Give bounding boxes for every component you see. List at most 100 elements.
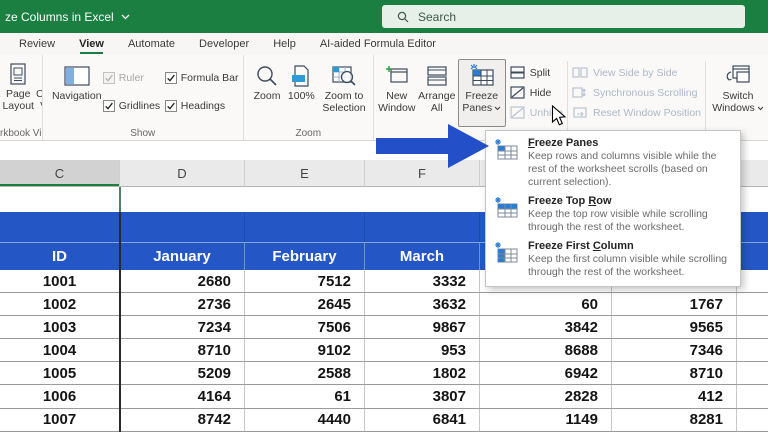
table-cell[interactable]: 9565: [612, 316, 737, 338]
table-cell[interactable]: 953: [365, 339, 480, 361]
view-side-by-side-button[interactable]: View Side by Side: [572, 65, 701, 80]
table-cell[interactable]: 9867: [365, 316, 480, 338]
chevron-down-icon: [121, 14, 130, 20]
table-cell[interactable]: 6942: [480, 362, 612, 384]
divider: [705, 61, 706, 131]
table-cell[interactable]: 3807: [365, 385, 480, 407]
zoom-100-button[interactable]: 100%: [285, 60, 317, 104]
freeze-panes-icon: [495, 137, 520, 189]
gridlines-checkbox[interactable]: Gridlines: [103, 100, 165, 112]
synchronous-scrolling-icon: [572, 86, 588, 99]
column-header-e[interactable]: E: [245, 160, 365, 187]
menu-item-freeze-panes[interactable]: Freeze Panes Keep rows and columns visib…: [486, 135, 740, 193]
table-cell[interactable]: 60: [480, 293, 612, 315]
table-cell[interactable]: 3332: [365, 270, 480, 292]
menu-item-freeze-top-row[interactable]: Freeze Top Row Keep the top row visible …: [486, 193, 740, 238]
table-cell[interactable]: 1001: [0, 270, 120, 292]
table-cell[interactable]: 2828: [480, 385, 612, 407]
freeze-panes-button[interactable]: Freeze Panes: [458, 59, 506, 127]
table-cell[interactable]: 5209: [120, 362, 245, 384]
search-placeholder: Search: [418, 10, 456, 24]
synchronous-scrolling-button[interactable]: Synchronous Scrolling: [572, 85, 701, 100]
column-header-c[interactable]: C: [0, 160, 120, 187]
reset-window-position-button[interactable]: Reset Window Position: [572, 105, 701, 120]
table-cell[interactable]: [737, 316, 768, 338]
zoom-icon: [256, 62, 278, 90]
table-cell[interactable]: 9102: [245, 339, 365, 361]
tab-developer[interactable]: Developer: [194, 34, 254, 55]
table-cell[interactable]: [737, 270, 768, 292]
table-cell[interactable]: 3842: [480, 316, 612, 338]
zoom-to-selection-icon: [332, 62, 356, 90]
headings-checkbox[interactable]: Headings: [165, 100, 241, 112]
table-cell[interactable]: 7506: [245, 316, 365, 338]
table-cell[interactable]: 6841: [365, 409, 480, 431]
table-cell[interactable]: 2645: [245, 293, 365, 315]
table-cell[interactable]: [737, 293, 768, 315]
tab-help[interactable]: Help: [268, 34, 301, 55]
column-header-d[interactable]: D: [120, 160, 245, 187]
table-cell[interactable]: 1002: [0, 293, 120, 315]
table-cell[interactable]: 7234: [120, 316, 245, 338]
table-cell[interactable]: 8281: [612, 409, 737, 431]
table-cell[interactable]: 1003: [0, 316, 120, 338]
table-cell[interactable]: 2588: [245, 362, 365, 384]
table-cell[interactable]: 1767: [612, 293, 737, 315]
table-cell[interactable]: 8710: [120, 339, 245, 361]
table-cell[interactable]: 4164: [120, 385, 245, 407]
zoom-to-selection-button[interactable]: Zoom to Selection: [317, 60, 370, 117]
table-cell[interactable]: 7512: [245, 270, 365, 292]
table-header-january[interactable]: January: [120, 243, 245, 270]
switch-windows-button[interactable]: Switch Windows: [710, 60, 766, 117]
custom-views-button[interactable]: Custom Views: [35, 58, 43, 115]
arrange-all-button[interactable]: Arrange All: [416, 60, 458, 117]
table-cell[interactable]: 7346: [612, 339, 737, 361]
group-zoom: Zoom 100% Zoom to Selection Zoom: [244, 55, 374, 140]
table-cell[interactable]: [737, 385, 768, 407]
table-header-id[interactable]: ID: [0, 243, 120, 270]
hide-button[interactable]: Hide: [510, 85, 563, 100]
new-window-button[interactable]: New Window: [378, 60, 416, 117]
navigation-button[interactable]: Navigation: [51, 60, 103, 104]
tab-review[interactable]: Review: [14, 34, 60, 55]
table-cell[interactable]: 8742: [120, 409, 245, 431]
table-cell[interactable]: 1006: [0, 385, 120, 407]
table-cell[interactable]: 2736: [120, 293, 245, 315]
view-side-by-side-icon: [572, 66, 588, 79]
table-cell[interactable]: [737, 362, 768, 384]
table-cell[interactable]: 61: [245, 385, 365, 407]
group-label-show: Show: [43, 128, 243, 139]
split-button[interactable]: Split: [510, 65, 563, 80]
mouse-cursor: [551, 105, 567, 127]
table-cell[interactable]: 3632: [365, 293, 480, 315]
table-cell[interactable]: [737, 339, 768, 361]
table-cell[interactable]: 1004: [0, 339, 120, 361]
tab-view[interactable]: View: [74, 34, 109, 55]
table-cell[interactable]: 1005: [0, 362, 120, 384]
menu-item-freeze-first-column[interactable]: Freeze First Column Keep the first colum…: [486, 238, 740, 283]
table-header-partial[interactable]: [737, 243, 768, 270]
table-cell[interactable]: 412: [612, 385, 737, 407]
table-header-february[interactable]: February: [245, 243, 365, 270]
tab-automate[interactable]: Automate: [123, 34, 180, 55]
tab-ai-aided-formula-editor[interactable]: AI-aided Formula Editor: [315, 34, 441, 55]
table-row: 100552092588180269428710: [0, 362, 768, 385]
zoom-button[interactable]: Zoom: [249, 60, 286, 104]
table-header-march[interactable]: March: [365, 243, 480, 270]
table-cell[interactable]: 8688: [480, 339, 612, 361]
search-input[interactable]: Search: [382, 5, 745, 28]
table-cell[interactable]: 4440: [245, 409, 365, 431]
table-cell[interactable]: 1802: [365, 362, 480, 384]
chevron-down-icon: [757, 106, 764, 111]
table-cell[interactable]: 1007: [0, 409, 120, 431]
table-cell[interactable]: 1149: [480, 409, 612, 431]
page-layout-button[interactable]: Page Layout: [1, 58, 35, 115]
document-title[interactable]: ze Columns in Excel: [5, 10, 130, 24]
table-cell[interactable]: [737, 409, 768, 431]
ruler-checkbox[interactable]: Ruler: [103, 72, 165, 84]
formula-bar-checkbox[interactable]: Formula Bar: [165, 72, 241, 84]
column-header-partial[interactable]: [737, 160, 768, 187]
table-cell[interactable]: 8710: [612, 362, 737, 384]
table-cell[interactable]: 2680: [120, 270, 245, 292]
table-row: 1002273626453632601767: [0, 293, 768, 316]
